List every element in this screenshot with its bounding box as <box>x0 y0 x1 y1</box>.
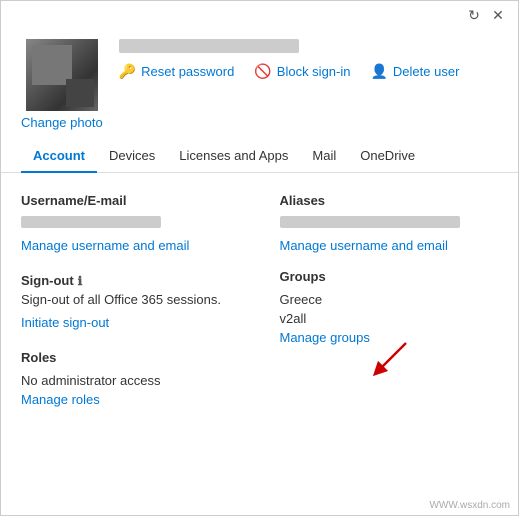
reset-password-label: Reset password <box>141 64 234 79</box>
content: Username/E-mail Manage username and emai… <box>1 173 518 417</box>
header: Change photo 🔑 Reset password 🚫 Block si… <box>1 29 518 140</box>
refresh-button[interactable]: ↻ <box>462 3 486 27</box>
delete-user-label: Delete user <box>393 64 459 79</box>
header-info: 🔑 Reset password 🚫 Block sign-in 👤 Delet… <box>119 39 498 80</box>
manage-aliases-link[interactable]: Manage username and email <box>280 238 499 253</box>
info-icon[interactable]: ℹ <box>78 274 83 288</box>
avatar <box>26 39 98 111</box>
username-display <box>119 39 299 53</box>
username-value <box>21 216 161 228</box>
roles-section: Roles No administrator access Manage rol… <box>21 350 240 407</box>
reset-password-button[interactable]: 🔑 Reset password <box>119 63 235 80</box>
tab-devices[interactable]: Devices <box>97 140 167 173</box>
manage-roles-link[interactable]: Manage roles <box>21 392 240 407</box>
title-bar: ↻ ✕ <box>1 1 518 29</box>
avatar-area: Change photo <box>21 39 103 130</box>
username-section: Username/E-mail Manage username and emai… <box>21 193 240 253</box>
tab-mail[interactable]: Mail <box>300 140 348 173</box>
roles-value: No administrator access <box>21 373 240 388</box>
group-item-1: v2all <box>280 311 499 326</box>
manage-groups-link[interactable]: Manage groups <box>280 330 499 345</box>
initiate-signout-link[interactable]: Initiate sign-out <box>21 315 240 330</box>
signout-section: Sign-out ℹ Sign-out of all Office 365 se… <box>21 273 240 330</box>
tab-licenses[interactable]: Licenses and Apps <box>167 140 300 173</box>
tabs: Account Devices Licenses and Apps Mail O… <box>1 140 518 173</box>
aliases-title: Aliases <box>280 193 499 208</box>
header-actions: 🔑 Reset password 🚫 Block sign-in 👤 Delet… <box>119 63 498 80</box>
signout-label-text: Sign-out <box>21 273 74 288</box>
right-column: Aliases Manage username and email Groups… <box>280 193 499 407</box>
person-icon: 👤 <box>370 63 387 80</box>
block-signin-label: Block sign-in <box>277 64 351 79</box>
roles-title: Roles <box>21 350 240 365</box>
key-icon: 🔑 <box>119 63 136 80</box>
username-section-title: Username/E-mail <box>21 193 240 208</box>
manage-username-link[interactable]: Manage username and email <box>21 238 240 253</box>
block-signin-button[interactable]: 🚫 Block sign-in <box>254 63 350 80</box>
delete-user-button[interactable]: 👤 Delete user <box>370 63 459 80</box>
groups-title: Groups <box>280 269 499 284</box>
signout-title: Sign-out ℹ <box>21 273 240 288</box>
change-photo-link[interactable]: Change photo <box>21 115 103 130</box>
aliases-section: Aliases Manage username and email <box>280 193 499 253</box>
groups-section: Groups Greece v2all Manage groups <box>280 269 499 345</box>
signout-description: Sign-out of all Office 365 sessions. <box>21 292 240 307</box>
left-column: Username/E-mail Manage username and emai… <box>21 193 240 407</box>
tab-account[interactable]: Account <box>21 140 97 173</box>
watermark: WWW.wsxdn.com <box>429 500 510 511</box>
block-icon: 🚫 <box>254 63 271 80</box>
tab-onedrive[interactable]: OneDrive <box>348 140 427 173</box>
close-button[interactable]: ✕ <box>486 3 510 27</box>
aliases-value <box>280 216 460 228</box>
group-item-0: Greece <box>280 292 499 307</box>
